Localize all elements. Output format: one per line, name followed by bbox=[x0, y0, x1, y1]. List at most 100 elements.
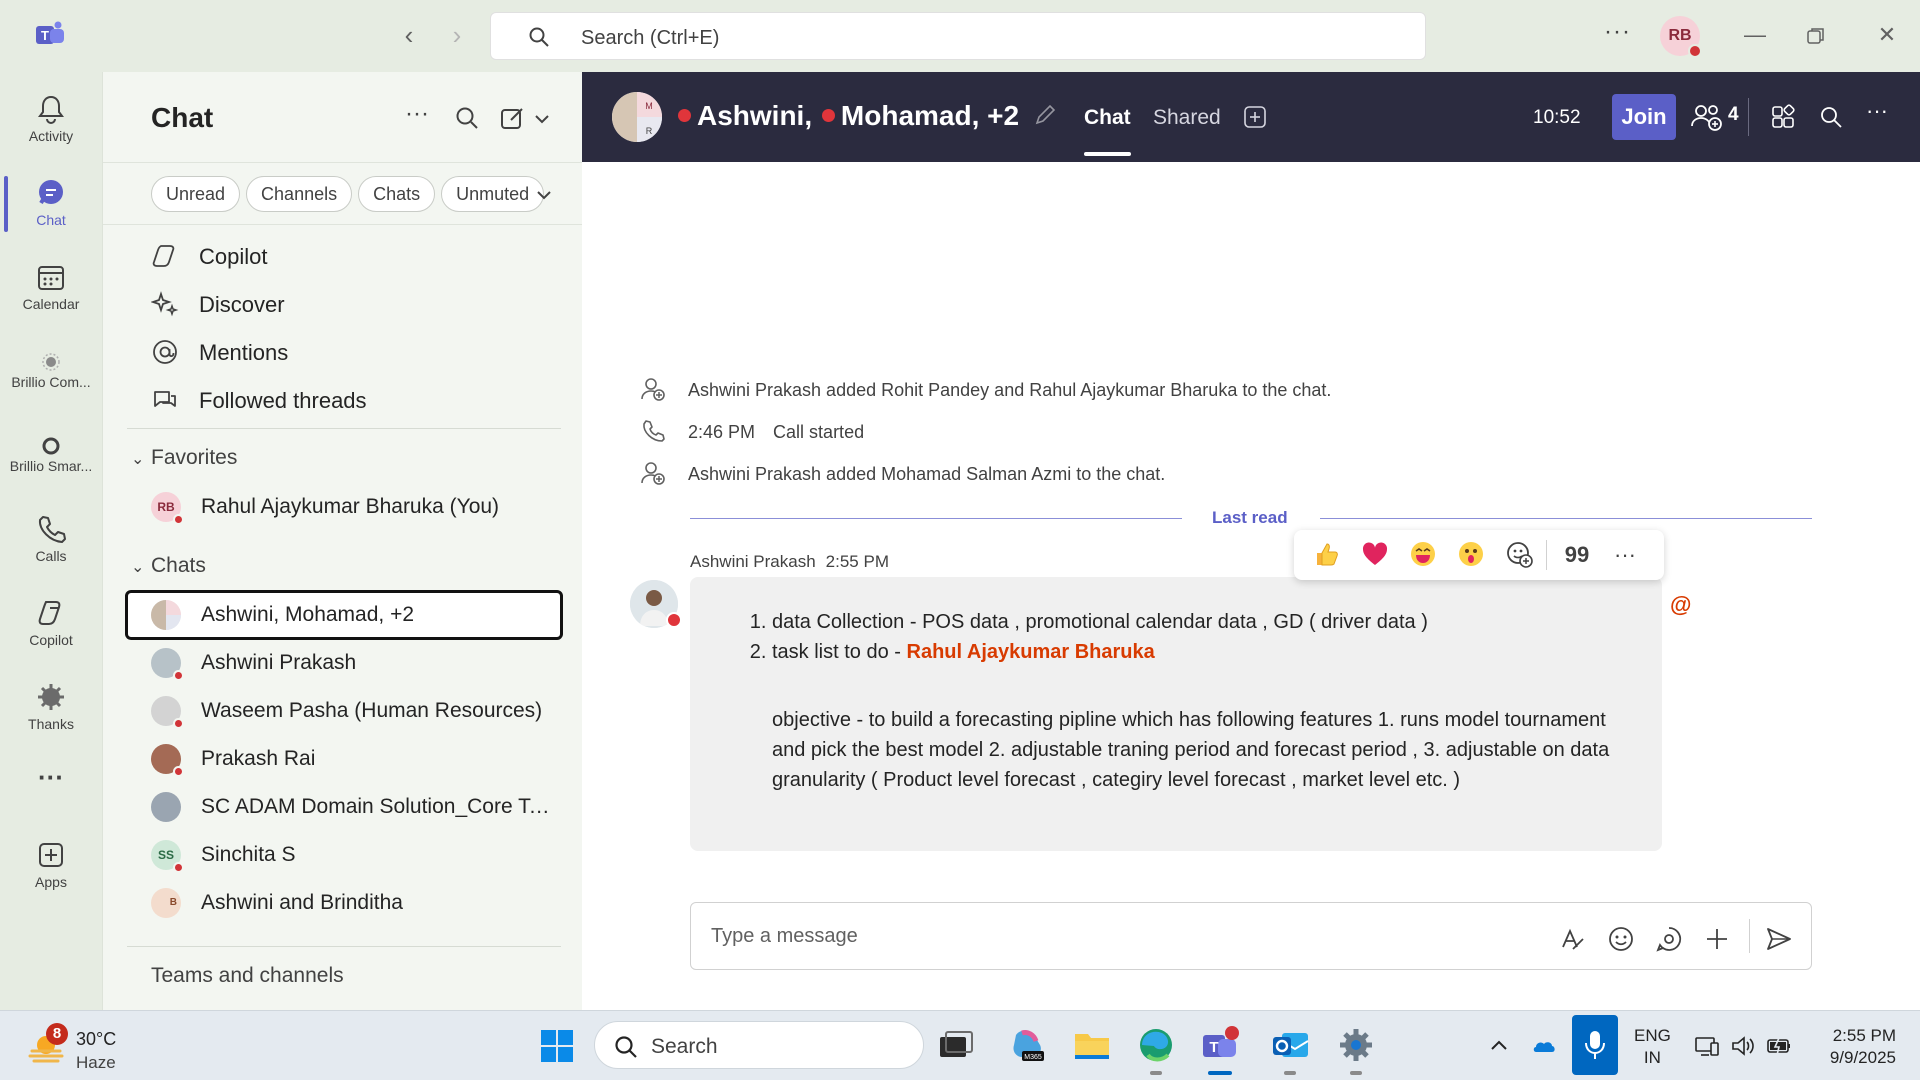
chat-row[interactable]: SC ADAM Domain Solution_Core Tea... bbox=[125, 782, 563, 832]
join-button[interactable]: Join bbox=[1612, 94, 1676, 140]
rail-item-thanks[interactable]: Thanks bbox=[0, 670, 102, 748]
more-options-icon[interactable]: ··· bbox=[1610, 540, 1640, 570]
onedrive-icon[interactable] bbox=[1532, 1033, 1558, 1059]
favorites-header[interactable]: ⌄ Favorites bbox=[131, 446, 237, 470]
participants-button[interactable]: 4 bbox=[1690, 102, 1760, 132]
rail-item-chat[interactable]: Chat bbox=[0, 166, 102, 244]
message-composer[interactable]: Type a message bbox=[690, 902, 1812, 970]
rail-item-brillio-com[interactable]: Brillio Com... bbox=[0, 334, 102, 412]
chat-row[interactable]: Waseem Pasha (Human Resources) bbox=[125, 686, 563, 736]
filter-channels[interactable]: Channels bbox=[246, 176, 353, 212]
rail-item-more[interactable]: ··· bbox=[0, 762, 102, 812]
input-language[interactable]: ENG IN bbox=[1634, 1025, 1671, 1069]
chat-name: Ashwini and Brinditha bbox=[201, 891, 403, 914]
filter-chats[interactable]: Chats bbox=[358, 176, 436, 212]
nav-copilot[interactable]: Copilot bbox=[151, 236, 551, 276]
search-icon[interactable] bbox=[1818, 104, 1844, 130]
more-options-icon[interactable]: ··· bbox=[1604, 18, 1631, 46]
rail-item-copilot[interactable]: Copilot bbox=[0, 586, 102, 664]
format-text-icon[interactable] bbox=[1559, 925, 1587, 953]
rail-item-calls[interactable]: Calls bbox=[0, 502, 102, 580]
volume-icon[interactable] bbox=[1730, 1033, 1756, 1059]
last-read-label: Last read bbox=[1212, 508, 1288, 527]
user-avatar[interactable]: RB bbox=[1660, 16, 1702, 58]
running-indicator bbox=[1284, 1071, 1296, 1075]
nav-mentions[interactable]: Mentions bbox=[151, 332, 551, 372]
add-reaction-icon[interactable] bbox=[1504, 540, 1534, 570]
message-bubble[interactable]: data Collection - POS data , promotional… bbox=[690, 577, 1662, 851]
chat-row[interactable]: B Ashwini and Brinditha bbox=[125, 878, 563, 928]
rail-label-calendar: Calendar bbox=[22, 296, 80, 312]
chat-title[interactable]: Ashwini, Mohamad, +2 bbox=[678, 100, 1019, 132]
minimize-icon[interactable]: — bbox=[1740, 20, 1770, 50]
tab-chat[interactable]: Chat bbox=[1084, 106, 1131, 156]
add-icon[interactable] bbox=[1703, 925, 1731, 953]
quote-reply-icon[interactable]: 99 bbox=[1562, 540, 1592, 570]
rail-label-chat: Chat bbox=[36, 212, 66, 228]
display-icon[interactable] bbox=[1694, 1033, 1720, 1059]
battery-charging-icon[interactable] bbox=[1766, 1033, 1792, 1059]
restore-icon[interactable] bbox=[1806, 26, 1826, 46]
thanks-icon bbox=[38, 684, 64, 710]
filter-unmuted[interactable]: Unmuted bbox=[441, 176, 545, 212]
edit-pencil-icon[interactable] bbox=[1032, 102, 1058, 128]
chevron-down-icon[interactable] bbox=[533, 104, 551, 132]
chevron-down-icon[interactable] bbox=[533, 184, 555, 206]
back-arrow-icon[interactable]: ‹ bbox=[395, 22, 423, 50]
add-tab-icon[interactable] bbox=[1242, 104, 1268, 130]
chat-row[interactable]: SS Sinchita S bbox=[125, 830, 563, 880]
windows-start-icon[interactable] bbox=[540, 1029, 574, 1063]
rail-item-calendar[interactable]: Calendar bbox=[0, 250, 102, 328]
tab-shared[interactable]: Shared bbox=[1153, 106, 1221, 130]
mention-link[interactable]: Rahul Ajaykumar Bharuka bbox=[907, 641, 1155, 663]
rail-item-activity[interactable]: Activity bbox=[0, 82, 102, 160]
system-clock[interactable]: 2:55 PM 9/9/2025 bbox=[1796, 1025, 1896, 1069]
file-explorer-icon[interactable] bbox=[1072, 1025, 1112, 1065]
apps-icon[interactable] bbox=[1770, 104, 1796, 130]
like-reaction-icon[interactable] bbox=[1312, 540, 1342, 570]
edge-browser-icon[interactable] bbox=[1136, 1025, 1176, 1075]
taskbar-search[interactable]: Search bbox=[594, 1021, 924, 1069]
chat-row-selected[interactable]: Ashwini, Mohamad, +2 bbox=[125, 590, 563, 640]
forward-arrow-icon[interactable]: › bbox=[443, 22, 471, 50]
new-chat-icon[interactable] bbox=[499, 104, 527, 132]
m365-copilot-icon[interactable]: M365 bbox=[1008, 1025, 1048, 1065]
chevron-up-icon[interactable] bbox=[1486, 1033, 1512, 1059]
list-item-text: task list to do - bbox=[772, 641, 907, 663]
teams-logo-icon[interactable]: T bbox=[34, 20, 66, 50]
search-icon[interactable] bbox=[453, 104, 481, 132]
chat-row-favorite[interactable]: RB Rahul Ajaykumar Bharuka (You) bbox=[125, 482, 563, 532]
teams-app-icon[interactable]: T bbox=[1200, 1025, 1240, 1075]
participant-count: 4 bbox=[1728, 104, 1739, 125]
microphone-button[interactable] bbox=[1572, 1015, 1618, 1075]
nav-followed-threads-label: Followed threads bbox=[199, 388, 367, 413]
language-code: ENG bbox=[1634, 1026, 1671, 1045]
outlook-icon[interactable] bbox=[1270, 1025, 1310, 1075]
settings-gear-icon[interactable] bbox=[1336, 1025, 1376, 1075]
group-avatar[interactable]: M R bbox=[612, 92, 662, 142]
laugh-reaction-icon[interactable] bbox=[1408, 540, 1438, 570]
emoji-icon[interactable] bbox=[1607, 925, 1635, 953]
filter-unread[interactable]: Unread bbox=[151, 176, 241, 212]
task-view-icon[interactable] bbox=[936, 1025, 976, 1065]
pane-more-icon[interactable]: ··· bbox=[405, 100, 433, 128]
more-options-icon[interactable]: ··· bbox=[1866, 98, 1892, 124]
chat-header: M R Ashwini, Mohamad, +2 Chat Shared 10:… bbox=[582, 72, 1920, 162]
loop-component-icon[interactable] bbox=[1655, 925, 1683, 953]
chat-row[interactable]: Ashwini Prakash bbox=[125, 638, 563, 688]
divider bbox=[127, 428, 561, 429]
rail-item-apps[interactable]: Apps bbox=[0, 828, 102, 906]
chats-header[interactable]: ⌄ Chats bbox=[131, 554, 206, 578]
send-icon[interactable] bbox=[1765, 925, 1793, 953]
weather-widget[interactable]: 8 30°C Haze bbox=[28, 1023, 138, 1072]
teams-and-channels[interactable]: Teams and channels bbox=[151, 964, 344, 988]
rail-item-brillio-smart[interactable]: Brillio Smar... bbox=[0, 418, 102, 496]
chat-row[interactable]: Prakash Rai bbox=[125, 734, 563, 784]
composer-placeholder: Type a message bbox=[711, 925, 858, 947]
global-search-input[interactable]: Search (Ctrl+E) bbox=[490, 12, 1426, 60]
nav-discover[interactable]: Discover bbox=[151, 284, 551, 324]
close-window-icon[interactable]: ✕ bbox=[1872, 20, 1902, 50]
nav-followed-threads[interactable]: Followed threads bbox=[151, 380, 551, 420]
surprised-reaction-icon[interactable] bbox=[1456, 540, 1486, 570]
heart-reaction-icon[interactable] bbox=[1360, 540, 1390, 570]
